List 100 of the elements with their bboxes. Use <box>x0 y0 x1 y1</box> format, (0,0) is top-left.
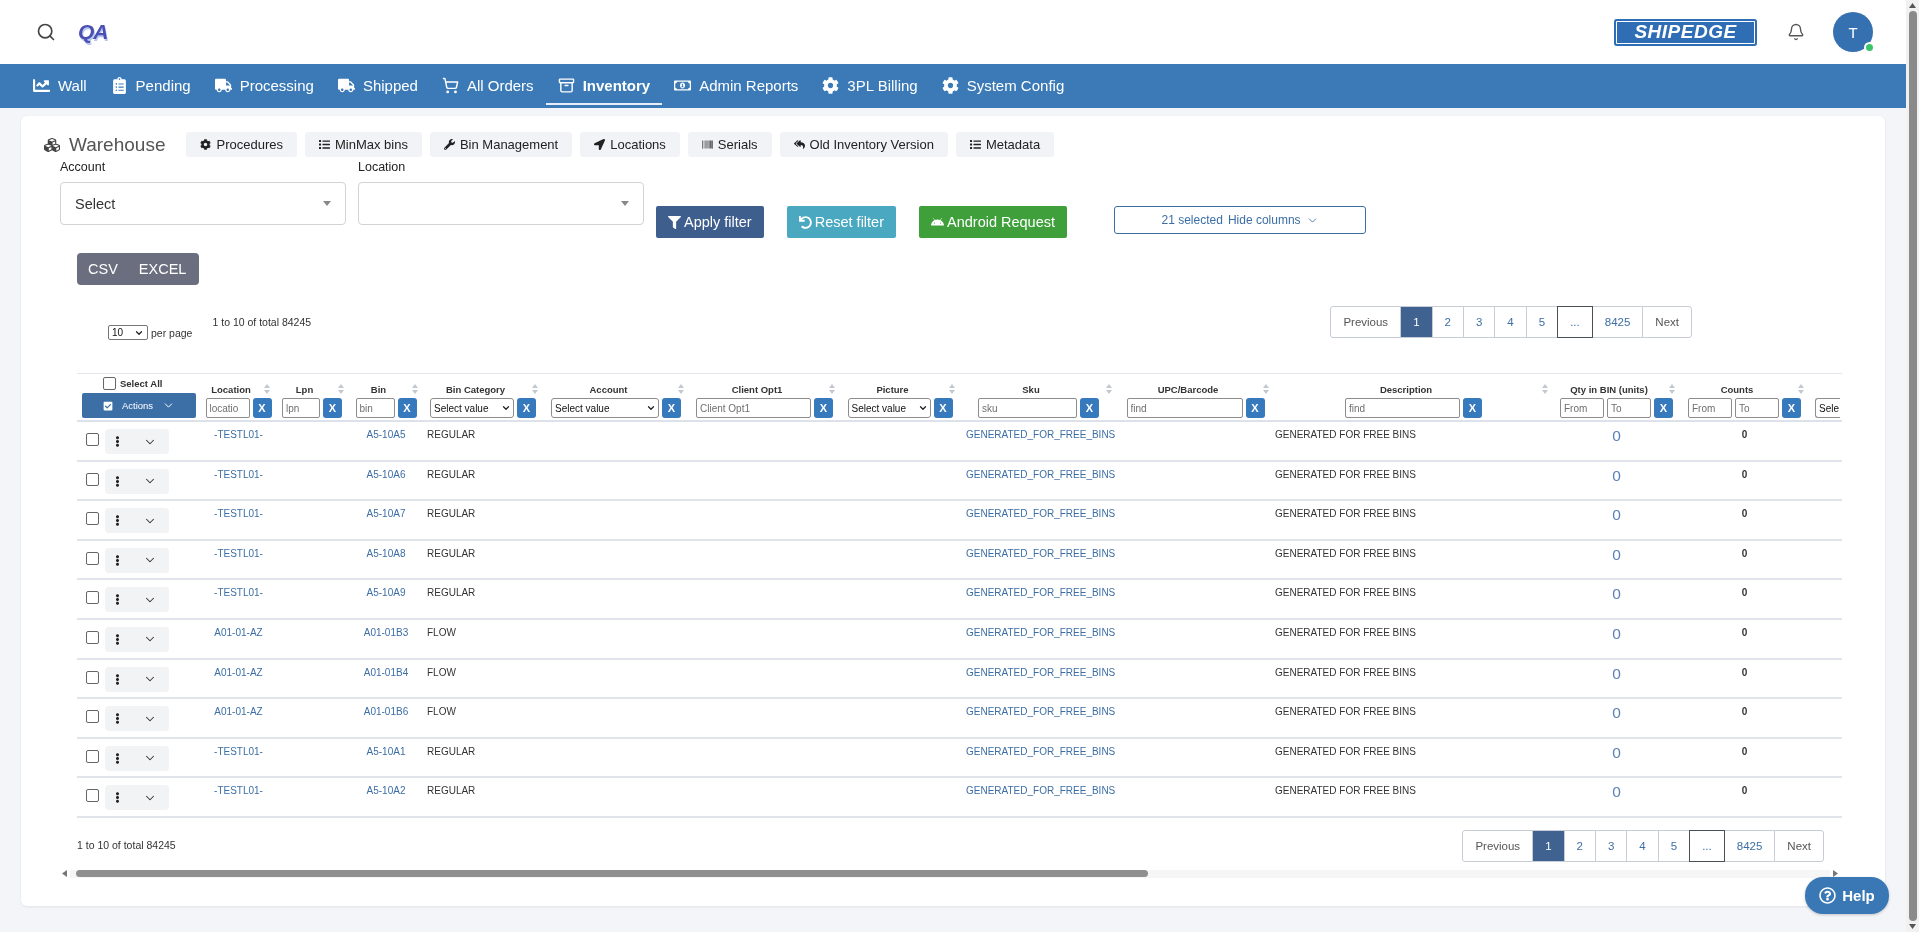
page-button[interactable]: Previous <box>1330 306 1402 338</box>
sku-link[interactable]: GENERATED_FOR_FREE_BINS <box>966 428 1116 442</box>
bin-link[interactable]: A5-10A6 <box>366 467 406 482</box>
row-menu-button[interactable] <box>105 508 130 534</box>
clear-filter-button[interactable]: X <box>323 398 342 418</box>
column-header[interactable]: Counts <box>1720 383 1754 395</box>
column-header[interactable]: Lpn <box>295 383 314 395</box>
page-button[interactable]: Next <box>1774 829 1824 862</box>
location-link[interactable]: -TESTL01- <box>214 467 263 482</box>
checkbox[interactable] <box>103 377 116 390</box>
toolbar-button[interactable]: Metadata <box>955 132 1055 157</box>
quantity-link[interactable]: 0 <box>1612 664 1621 683</box>
user-avatar-button[interactable]: T <box>1833 12 1873 52</box>
nav-tab[interactable]: Processing <box>202 67 326 105</box>
sku-link[interactable]: GENERATED_FOR_FREE_BINS <box>966 705 1116 720</box>
clear-filter-button[interactable]: X <box>1463 398 1482 418</box>
column-header[interactable]: Bin <box>370 383 387 395</box>
filter-input[interactable]: lpn <box>282 398 320 418</box>
quantity-link[interactable]: 0 <box>1612 545 1621 564</box>
quantity-link[interactable]: 0 <box>1612 585 1621 604</box>
bin-link[interactable]: A5-10A7 <box>366 507 406 522</box>
checkbox[interactable] <box>86 789 99 803</box>
filter-select[interactable]: Select value <box>430 398 514 418</box>
column-header[interactable]: Picture <box>876 383 909 395</box>
nav-tab[interactable]: System Config <box>929 67 1077 105</box>
filter-input[interactable]: find <box>1126 398 1243 418</box>
nav-tab[interactable]: Shipped <box>325 67 430 105</box>
filter-input[interactable]: Client Opt1 <box>696 398 811 418</box>
location-link[interactable]: A01-01-AZ <box>214 625 263 640</box>
sku-link[interactable]: GENERATED_FOR_FREE_BINS <box>966 546 1116 561</box>
sku-link[interactable]: GENERATED_FOR_FREE_BINS <box>966 467 1116 482</box>
bin-link[interactable]: A01-01B4 <box>363 665 409 680</box>
location-link[interactable]: -TESTL01- <box>214 546 263 561</box>
location-link[interactable]: -TESTL01- <box>214 784 263 799</box>
filter-action-button[interactable]: Android Request <box>919 206 1068 238</box>
filter-input[interactable]: find <box>1345 398 1460 418</box>
toolbar-button[interactable]: MinMax bins <box>304 132 422 157</box>
row-menu-button[interactable] <box>105 468 130 494</box>
page-button[interactable]: 4 <box>1626 829 1659 862</box>
bell-icon[interactable] <box>1787 23 1805 41</box>
clear-filter-button[interactable]: X <box>397 398 417 418</box>
page-button[interactable]: ... <box>1689 829 1725 862</box>
filter-select[interactable]: Select value <box>551 398 659 418</box>
page-button[interactable]: 2 <box>1431 306 1464 338</box>
export-button[interactable]: EXCEL <box>128 253 200 285</box>
quantity-link[interactable]: 0 <box>1612 427 1621 445</box>
nav-tab[interactable]: Admin Reports <box>662 67 811 105</box>
sku-link[interactable]: GENERATED_FOR_FREE_BINS <box>966 586 1116 601</box>
clear-filter-button[interactable]: X <box>517 398 536 418</box>
page-button[interactable]: 4 <box>1494 306 1527 338</box>
page-button[interactable]: Previous <box>1462 829 1534 862</box>
nav-tab[interactable]: Wall <box>21 67 99 105</box>
filter-input[interactable]: To <box>1607 398 1651 418</box>
row-menu-button[interactable] <box>105 547 130 573</box>
filter-input[interactable]: sku <box>978 398 1077 418</box>
checkbox[interactable] <box>86 512 99 526</box>
filter-input[interactable]: From <box>1560 398 1604 418</box>
bin-link[interactable]: A01-01B6 <box>363 705 409 720</box>
filter-select[interactable]: Select value <box>847 398 931 418</box>
row-menu-button[interactable] <box>105 587 130 613</box>
help-button[interactable]: Help <box>1805 877 1889 914</box>
scrollbar-thumb[interactable] <box>76 870 1148 878</box>
export-button[interactable]: CSV <box>77 253 129 285</box>
checkbox[interactable] <box>86 433 99 446</box>
toolbar-button[interactable]: Serials <box>687 132 772 157</box>
filter-input[interactable]: locatio <box>205 398 250 418</box>
page-button[interactable]: 8425 <box>1591 306 1644 338</box>
scroll-down-icon[interactable] <box>1909 924 1916 929</box>
filter-input[interactable]: bin <box>355 398 395 418</box>
hide-columns-button[interactable]: 21 selected Hide columns <box>1114 206 1367 234</box>
quantity-link[interactable]: 0 <box>1612 466 1621 485</box>
column-header[interactable]: Account <box>589 383 628 395</box>
checkbox[interactable] <box>86 630 99 644</box>
location-link[interactable]: -TESTL01- <box>214 744 263 759</box>
column-header[interactable]: Description <box>1379 383 1433 395</box>
location-link[interactable]: -TESTL01- <box>214 507 263 522</box>
clear-filter-button[interactable]: X <box>662 398 681 418</box>
row-menu-button[interactable] <box>105 706 130 732</box>
clear-filter-button[interactable]: X <box>252 398 272 418</box>
quantity-link[interactable]: 0 <box>1612 743 1621 762</box>
filter-action-button[interactable]: Apply filter <box>656 206 764 238</box>
quantity-link[interactable]: 0 <box>1612 704 1621 723</box>
page-button[interactable]: 1 <box>1532 829 1565 862</box>
clear-filter-button[interactable]: X <box>933 398 953 418</box>
checkbox[interactable] <box>86 749 99 763</box>
bin-link[interactable]: A5-10A9 <box>366 586 406 601</box>
page-button[interactable]: Next <box>1642 306 1692 338</box>
filter-input[interactable]: From <box>1688 398 1732 418</box>
sku-link[interactable]: GENERATED_FOR_FREE_BINS <box>966 507 1116 522</box>
sku-link[interactable]: GENERATED_FOR_FREE_BINS <box>966 784 1116 799</box>
scrollbar-thumb[interactable] <box>1908 11 1917 921</box>
column-header[interactable]: UPC/Barcode <box>1157 383 1219 395</box>
sku-link[interactable]: GENERATED_FOR_FREE_BINS <box>966 744 1116 759</box>
page-button[interactable]: 2 <box>1563 829 1596 862</box>
bin-link[interactable]: A5-10A2 <box>366 784 406 799</box>
location-link[interactable]: -TESTL01- <box>214 586 263 601</box>
clear-filter-button[interactable]: X <box>1782 398 1801 418</box>
search-icon[interactable] <box>36 22 56 42</box>
quantity-link[interactable]: 0 <box>1612 624 1621 643</box>
per-page-select[interactable]: 10 <box>108 325 148 340</box>
